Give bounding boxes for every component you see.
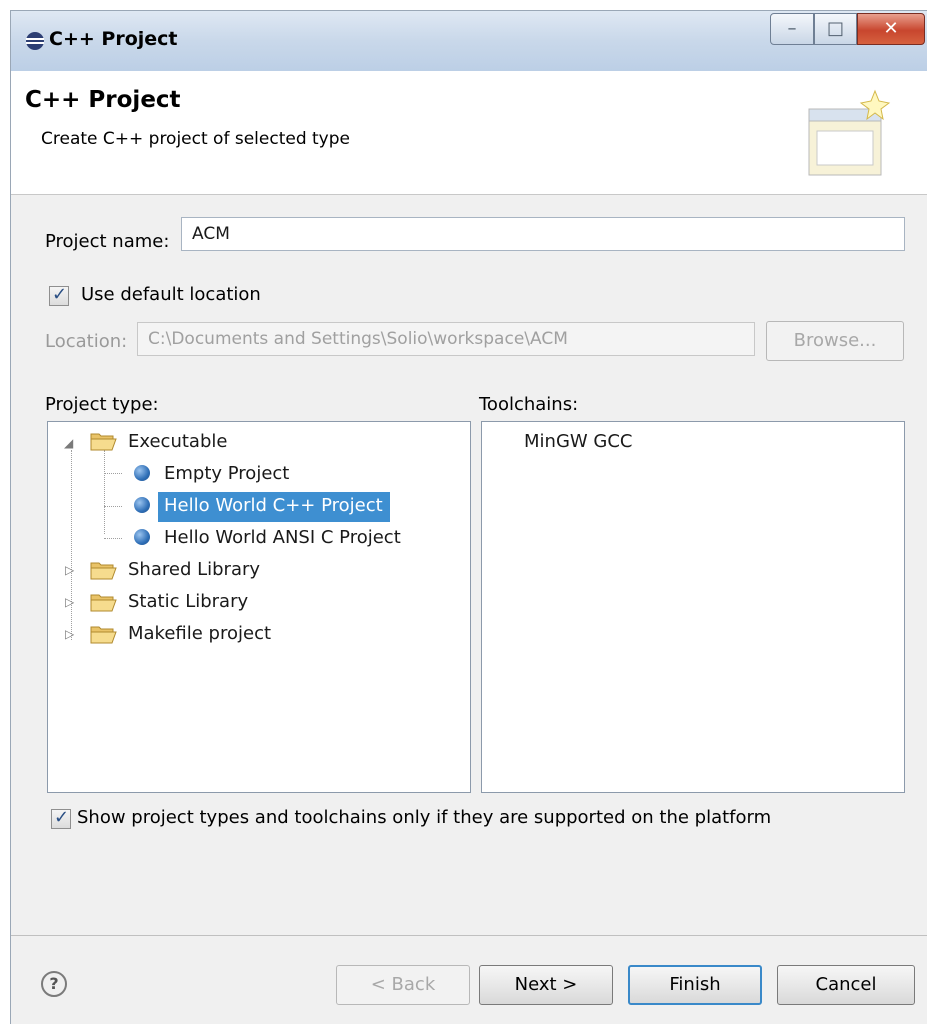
wizard-header: C++ Project Create C++ project of select… [11,71,927,195]
tree-item-executable[interactable]: ◢ Executable [48,428,468,456]
use-default-location-checkbox[interactable] [49,284,69,306]
close-button[interactable]: ✕ [857,13,925,45]
tree-item-static-library[interactable]: ▷ Static Library [48,588,468,616]
eclipse-icon [26,32,44,50]
toolchain-label: MinGW GCC [524,431,633,452]
page-title: C++ Project [25,87,181,113]
tree-item-makefile-project[interactable]: ▷ Makefile project [48,620,468,648]
tree-item-shared-library[interactable]: ▷ Shared Library [48,556,468,584]
project-template-icon [134,497,150,513]
project-type-label: Project type: [45,394,159,415]
new-project-wizard-icon [808,89,891,176]
page-description: Create C++ project of selected type [41,129,350,149]
project-name-label: Project name: [45,231,170,252]
project-name-input[interactable]: ACM [181,217,905,251]
footer-separator [11,935,927,936]
show-supported-only-checkbox[interactable] [51,807,71,829]
folder-icon [90,626,117,644]
show-supported-only-label: Show project types and toolchains only i… [77,807,772,828]
use-default-location-label: Use default location [81,284,261,305]
window-title: C++ Project [49,28,178,50]
tree-item-label: Makefile project [128,623,272,644]
next-button[interactable]: Next > [479,965,613,1005]
cpp-project-dialog: C++ Project – □ ✕ C++ Project Create C++… [10,10,927,1024]
tree-item-label: Static Library [128,591,249,612]
collapse-arrow-icon[interactable]: ◢ [64,436,73,450]
minimize-button[interactable]: – [770,13,814,45]
folder-icon [90,594,117,612]
cancel-button[interactable]: Cancel [777,965,915,1005]
location-input[interactable]: C:\Documents and Settings\Solio\workspac… [137,322,755,356]
location-label: Location: [45,331,128,352]
project-template-icon [134,529,150,545]
folder-open-icon [90,433,117,451]
minimize-icon: – [787,18,797,39]
browse-button[interactable]: Browse... [766,321,904,361]
back-button[interactable]: < Back [336,965,470,1005]
finish-button[interactable]: Finish [628,965,762,1005]
project-template-icon [134,465,150,481]
folder-icon [90,562,117,580]
tree-item-label: Hello World ANSI C Project [164,527,401,548]
expand-arrow-icon[interactable]: ▷ [65,627,74,641]
tree-item-hello-world-ansi-c[interactable]: Hello World ANSI C Project [48,524,468,552]
project-type-tree[interactable]: ◢ Executable Empty Project Hello World C… [47,421,471,793]
close-icon: ✕ [883,18,899,39]
help-icon[interactable]: ? [41,971,67,997]
tree-item-label: Shared Library [128,559,261,580]
tree-item-hello-world-cpp[interactable]: Hello World C++ Project [48,492,468,522]
toolchains-list[interactable]: MinGW GCC [481,421,905,793]
tree-item-label: Empty Project [164,463,290,484]
tree-item-empty-project[interactable]: Empty Project [48,460,468,488]
toolchain-item-mingw-gcc[interactable]: MinGW GCC [482,428,902,456]
maximize-icon: □ [826,18,844,39]
maximize-button[interactable]: □ [814,13,857,45]
expand-arrow-icon[interactable]: ▷ [65,563,74,577]
title-bar[interactable]: C++ Project – □ ✕ [11,11,927,71]
expand-arrow-icon[interactable]: ▷ [65,595,74,609]
toolchains-label: Toolchains: [479,394,579,415]
tree-item-label: Hello World C++ Project [164,495,383,516]
tree-item-label: Executable [128,431,228,452]
